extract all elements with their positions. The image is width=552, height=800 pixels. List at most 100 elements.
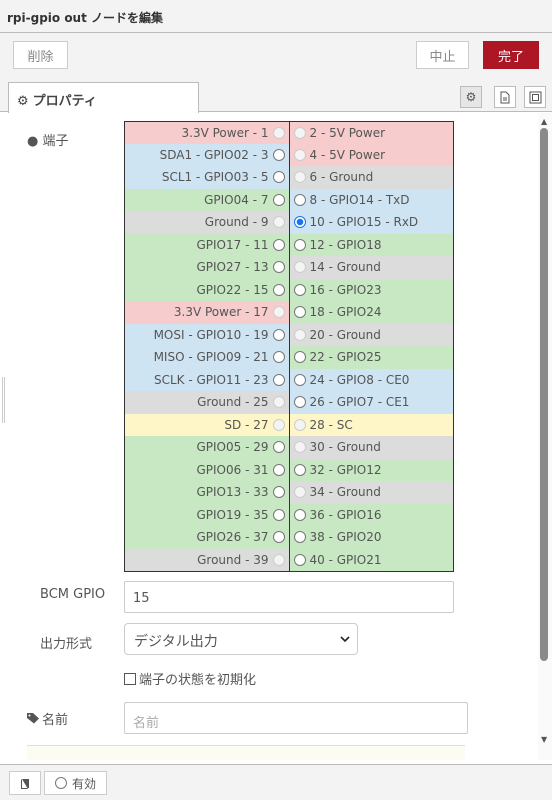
pin-option[interactable]: GPIO04 - 7 bbox=[124, 188, 289, 212]
pin-radio[interactable] bbox=[272, 283, 285, 296]
pin-radio bbox=[272, 216, 285, 229]
pin-option[interactable]: 26 - GPIO7 - CE1 bbox=[288, 391, 454, 415]
pin-option[interactable]: 22 - GPIO25 bbox=[288, 346, 454, 370]
appearance-frame-icon[interactable] bbox=[524, 86, 546, 108]
pin-radio[interactable] bbox=[293, 193, 306, 206]
pin-option-label: SCLK - GPIO11 - 23 bbox=[153, 372, 269, 387]
pin-option: 20 - Ground bbox=[288, 323, 454, 347]
pin-option[interactable]: GPIO05 - 29 bbox=[124, 436, 289, 460]
pin-option-label: GPIO17 - 11 bbox=[196, 237, 269, 252]
pin-radio[interactable] bbox=[293, 238, 306, 251]
pin-radio[interactable] bbox=[293, 396, 306, 409]
pin-radio[interactable] bbox=[272, 486, 285, 499]
pin-option[interactable]: SCLK - GPIO11 - 23 bbox=[124, 368, 289, 392]
delete-button[interactable]: 削除 bbox=[13, 41, 68, 69]
pin-option[interactable]: MOSI - GPIO10 - 19 bbox=[124, 323, 289, 347]
pin-radio bbox=[293, 418, 306, 431]
pin-option: Ground - 9 bbox=[124, 211, 289, 235]
pin-option: 6 - Ground bbox=[288, 166, 454, 190]
pin-option[interactable]: 8 - GPIO14 - TxD bbox=[288, 188, 454, 212]
pin-option: 3.3V Power - 1 bbox=[124, 121, 289, 146]
pin-row: GPIO04 - 7 8 - GPIO14 - TxD bbox=[124, 188, 454, 212]
pin-radio[interactable] bbox=[272, 238, 285, 251]
pin-option[interactable]: GPIO27 - 13 bbox=[124, 256, 289, 280]
pin-option[interactable]: 32 - GPIO12 bbox=[288, 458, 454, 482]
scroll-up-arrow-icon[interactable]: ▲ bbox=[541, 117, 547, 126]
pin-radio[interactable] bbox=[293, 306, 306, 319]
pin-option[interactable]: 36 - GPIO16 bbox=[288, 503, 454, 527]
pin-radio bbox=[293, 486, 306, 499]
pin-radio[interactable] bbox=[272, 171, 285, 184]
pin-radio[interactable] bbox=[272, 193, 285, 206]
pin-option[interactable]: GPIO26 - 37 bbox=[124, 526, 289, 550]
pin-option[interactable]: 12 - GPIO18 bbox=[288, 233, 454, 257]
pin-radio bbox=[293, 328, 306, 341]
pin-option[interactable]: 16 - GPIO23 bbox=[288, 278, 454, 302]
pin-option[interactable]: 24 - GPIO8 - CE0 bbox=[288, 368, 454, 392]
scroll-down-arrow-icon[interactable]: ▼ bbox=[541, 735, 547, 744]
settings-gear-icon[interactable]: ⚙ bbox=[460, 86, 482, 108]
pin-radio[interactable] bbox=[272, 441, 285, 454]
pin-row: SCL1 - GPIO03 - 5 6 - Ground bbox=[124, 166, 454, 190]
cancel-button[interactable]: 中止 bbox=[416, 41, 469, 69]
output-type-select[interactable]: デジタル出力 bbox=[124, 623, 358, 655]
pin-option-label: 34 - Ground bbox=[309, 485, 381, 500]
pin-option: SD - 27 bbox=[124, 413, 289, 437]
pin-option[interactable]: MISO - GPIO09 - 21 bbox=[124, 346, 289, 370]
pin-radio[interactable] bbox=[272, 508, 285, 521]
pin-radio[interactable] bbox=[293, 553, 306, 566]
pin-option-label: 2 - 5V Power bbox=[309, 126, 386, 141]
pin-radio[interactable] bbox=[272, 148, 285, 161]
pin-radio[interactable] bbox=[272, 373, 285, 386]
pin-radio[interactable] bbox=[272, 261, 285, 274]
pin-option[interactable]: 18 - GPIO24 bbox=[288, 301, 454, 325]
pin-option-label: 24 - GPIO8 - CE0 bbox=[309, 372, 410, 387]
pin-option[interactable]: 40 - GPIO21 bbox=[288, 548, 454, 572]
pin-radio[interactable] bbox=[293, 531, 306, 544]
pin-option: 34 - Ground bbox=[288, 481, 454, 505]
pin-radio bbox=[293, 127, 306, 140]
pin-option-label: GPIO04 - 7 bbox=[204, 192, 269, 207]
pin-radio[interactable] bbox=[272, 328, 285, 341]
pin-option-label: GPIO27 - 13 bbox=[196, 260, 269, 275]
pin-radio[interactable] bbox=[272, 463, 285, 476]
pin-option[interactable]: GPIO19 - 35 bbox=[124, 503, 289, 527]
pin-radio[interactable] bbox=[272, 351, 285, 364]
pin-option-label: SD - 27 bbox=[224, 417, 269, 432]
pin-option[interactable]: GPIO17 - 11 bbox=[124, 233, 289, 257]
pin-option-label: 10 - GPIO15 - RxD bbox=[309, 215, 419, 230]
pin-option[interactable]: GPIO06 - 31 bbox=[124, 458, 289, 482]
pin-option-label: 22 - GPIO25 bbox=[309, 350, 382, 365]
pin-option-label: 36 - GPIO16 bbox=[309, 507, 382, 522]
pin-radio[interactable] bbox=[272, 531, 285, 544]
enabled-toggle-button[interactable]: 有効 bbox=[44, 771, 107, 795]
pin-option-label: 14 - Ground bbox=[309, 260, 381, 275]
name-input[interactable]: 名前 bbox=[124, 702, 468, 734]
pin-radio[interactable] bbox=[293, 463, 306, 476]
node-info-button[interactable] bbox=[9, 771, 41, 795]
tab-properties[interactable]: ⚙ プロパティ bbox=[8, 82, 199, 113]
pin-radio bbox=[293, 171, 306, 184]
pin-option[interactable]: 38 - GPIO20 bbox=[288, 526, 454, 550]
pin-option[interactable]: SCL1 - GPIO03 - 5 bbox=[124, 166, 289, 190]
pin-option[interactable]: SDA1 - GPIO02 - 3 bbox=[124, 143, 289, 167]
pin-option-label: 38 - GPIO20 bbox=[309, 530, 382, 545]
pin-option[interactable]: 10 - GPIO15 - RxD bbox=[288, 211, 454, 235]
description-file-icon[interactable] bbox=[494, 86, 516, 108]
pin-radio[interactable] bbox=[293, 351, 306, 364]
done-button[interactable]: 完了 bbox=[483, 41, 539, 69]
pin-radio[interactable] bbox=[293, 283, 306, 296]
pin-radio[interactable] bbox=[293, 373, 306, 386]
pin-radio[interactable] bbox=[293, 508, 306, 521]
bcm-gpio-label: BCM GPIO bbox=[40, 587, 106, 602]
pin-radio[interactable] bbox=[293, 216, 306, 229]
pin-row: GPIO27 - 13 14 - Ground bbox=[124, 256, 454, 280]
bcm-gpio-input[interactable]: 15 bbox=[124, 581, 454, 613]
pin-option[interactable]: GPIO13 - 33 bbox=[124, 481, 289, 505]
tab-properties-label: プロパティ bbox=[32, 94, 97, 109]
resize-handle[interactable] bbox=[2, 377, 5, 423]
pin-row: MISO - GPIO09 - 21 22 - GPIO25 bbox=[124, 346, 454, 370]
initialize-checkbox[interactable] bbox=[124, 672, 136, 685]
scrollbar-thumb[interactable] bbox=[540, 128, 548, 661]
pin-option[interactable]: GPIO22 - 15 bbox=[124, 278, 289, 302]
